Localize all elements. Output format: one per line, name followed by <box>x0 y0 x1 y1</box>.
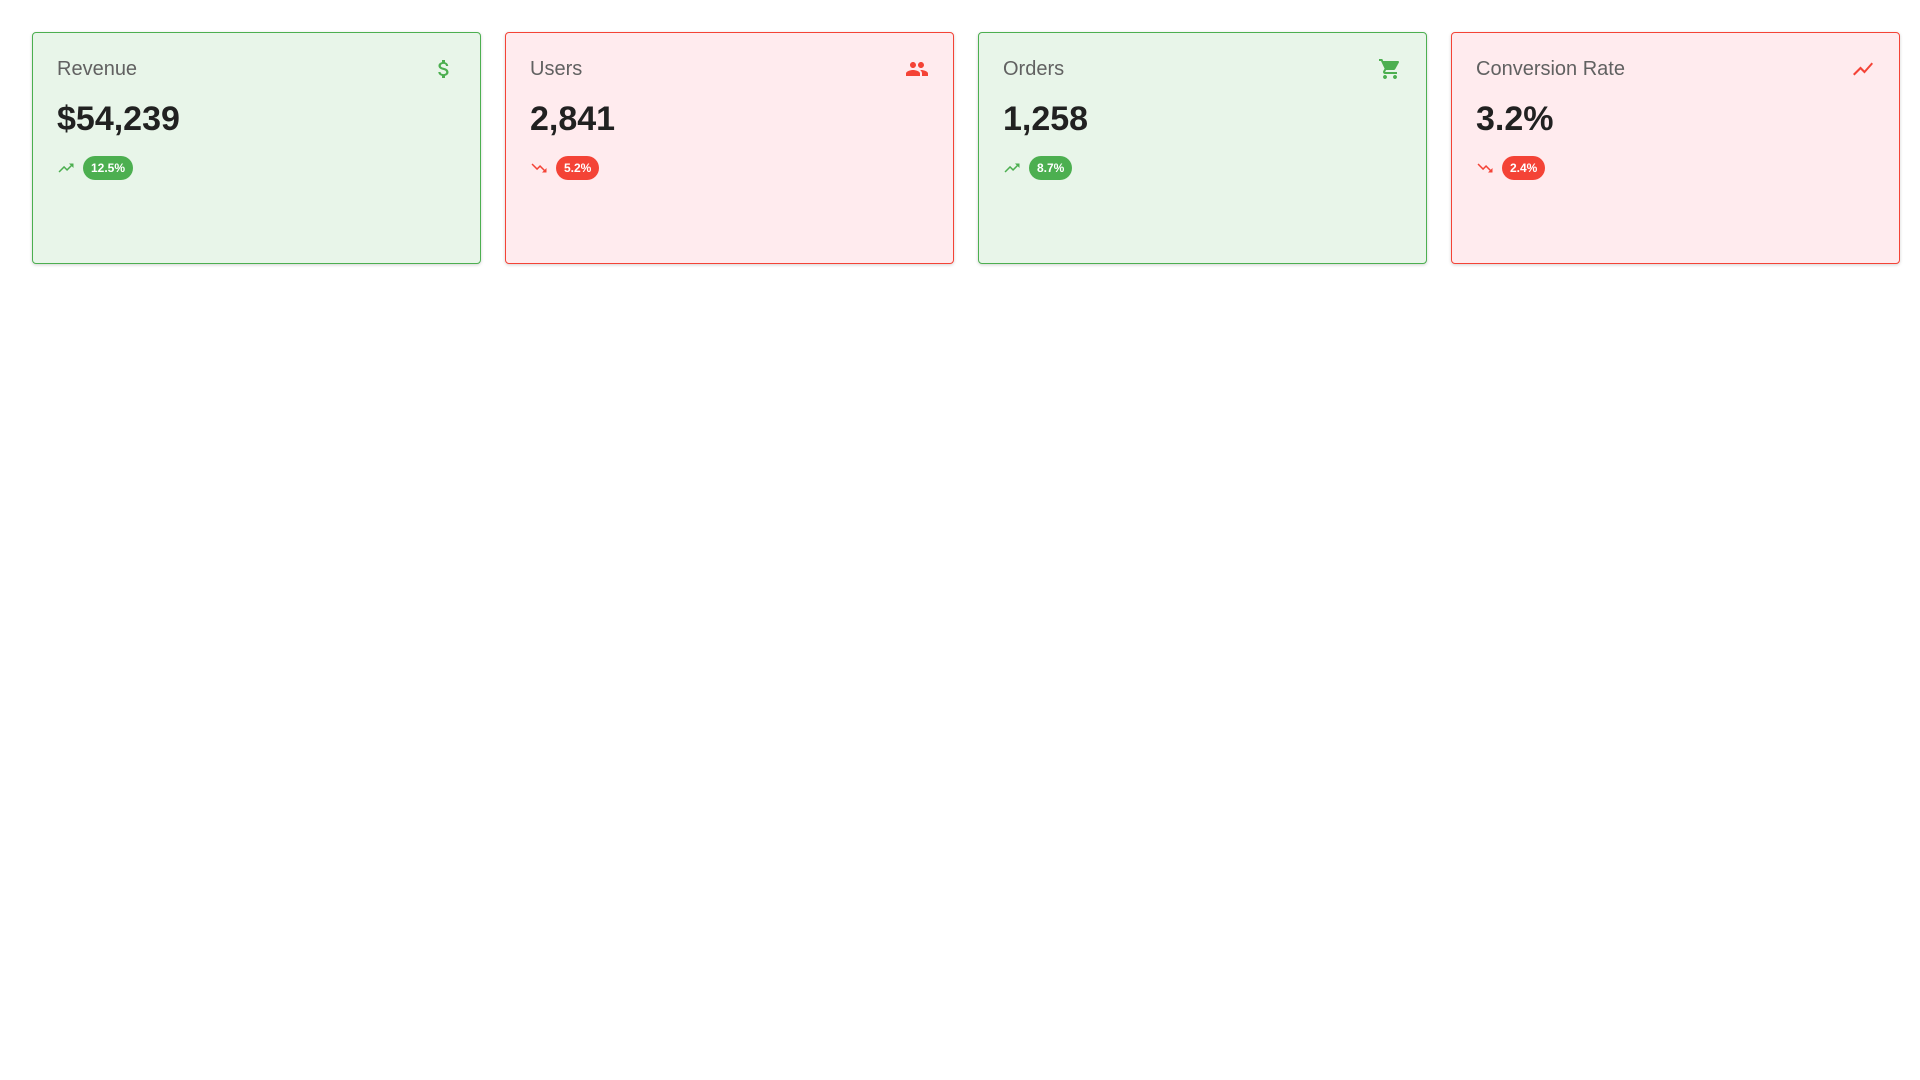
card-trend: 5.2% <box>530 155 929 181</box>
stat-card-users[interactable]: Users 2,841 5.2% <box>505 32 954 264</box>
card-title: Orders <box>1003 58 1065 80</box>
shopping-cart-icon <box>1378 57 1402 81</box>
change-badge: 5.2% <box>556 156 600 180</box>
trending-down-icon <box>530 159 548 177</box>
trending-down-icon <box>1476 159 1494 177</box>
trending-up-icon <box>1003 159 1021 177</box>
card-value: 3.2% <box>1476 100 1554 138</box>
card-title: Revenue <box>57 58 138 80</box>
stat-cards: Revenue $54,239 12.5% Users 2,841 5.2% O… <box>32 32 1900 264</box>
change-badge: 8.7% <box>1029 156 1073 180</box>
card-header: Revenue <box>57 57 456 81</box>
card-value: 1,258 <box>1003 100 1089 138</box>
card-title: Users <box>530 58 583 80</box>
trending-up-icon <box>57 159 75 177</box>
stat-card-orders[interactable]: Orders 1,258 8.7% <box>978 32 1427 264</box>
card-value: $54,239 <box>57 100 180 138</box>
stat-card-revenue[interactable]: Revenue $54,239 12.5% <box>32 32 481 264</box>
people-icon <box>905 57 929 81</box>
card-header: Users <box>530 57 929 81</box>
card-trend: 12.5% <box>57 155 456 181</box>
card-header: Conversion Rate <box>1476 57 1875 81</box>
stat-card-conversion-rate[interactable]: Conversion Rate 3.2% 2.4% <box>1451 32 1900 264</box>
dollar-icon <box>432 57 456 81</box>
card-header: Orders <box>1003 57 1402 81</box>
card-trend: 8.7% <box>1003 155 1402 181</box>
card-title: Conversion Rate <box>1476 58 1625 80</box>
change-badge: 12.5% <box>83 156 134 180</box>
card-value: 2,841 <box>530 100 616 138</box>
card-trend: 2.4% <box>1476 155 1875 181</box>
line-chart-icon <box>1851 57 1875 81</box>
change-badge: 2.4% <box>1502 156 1546 180</box>
